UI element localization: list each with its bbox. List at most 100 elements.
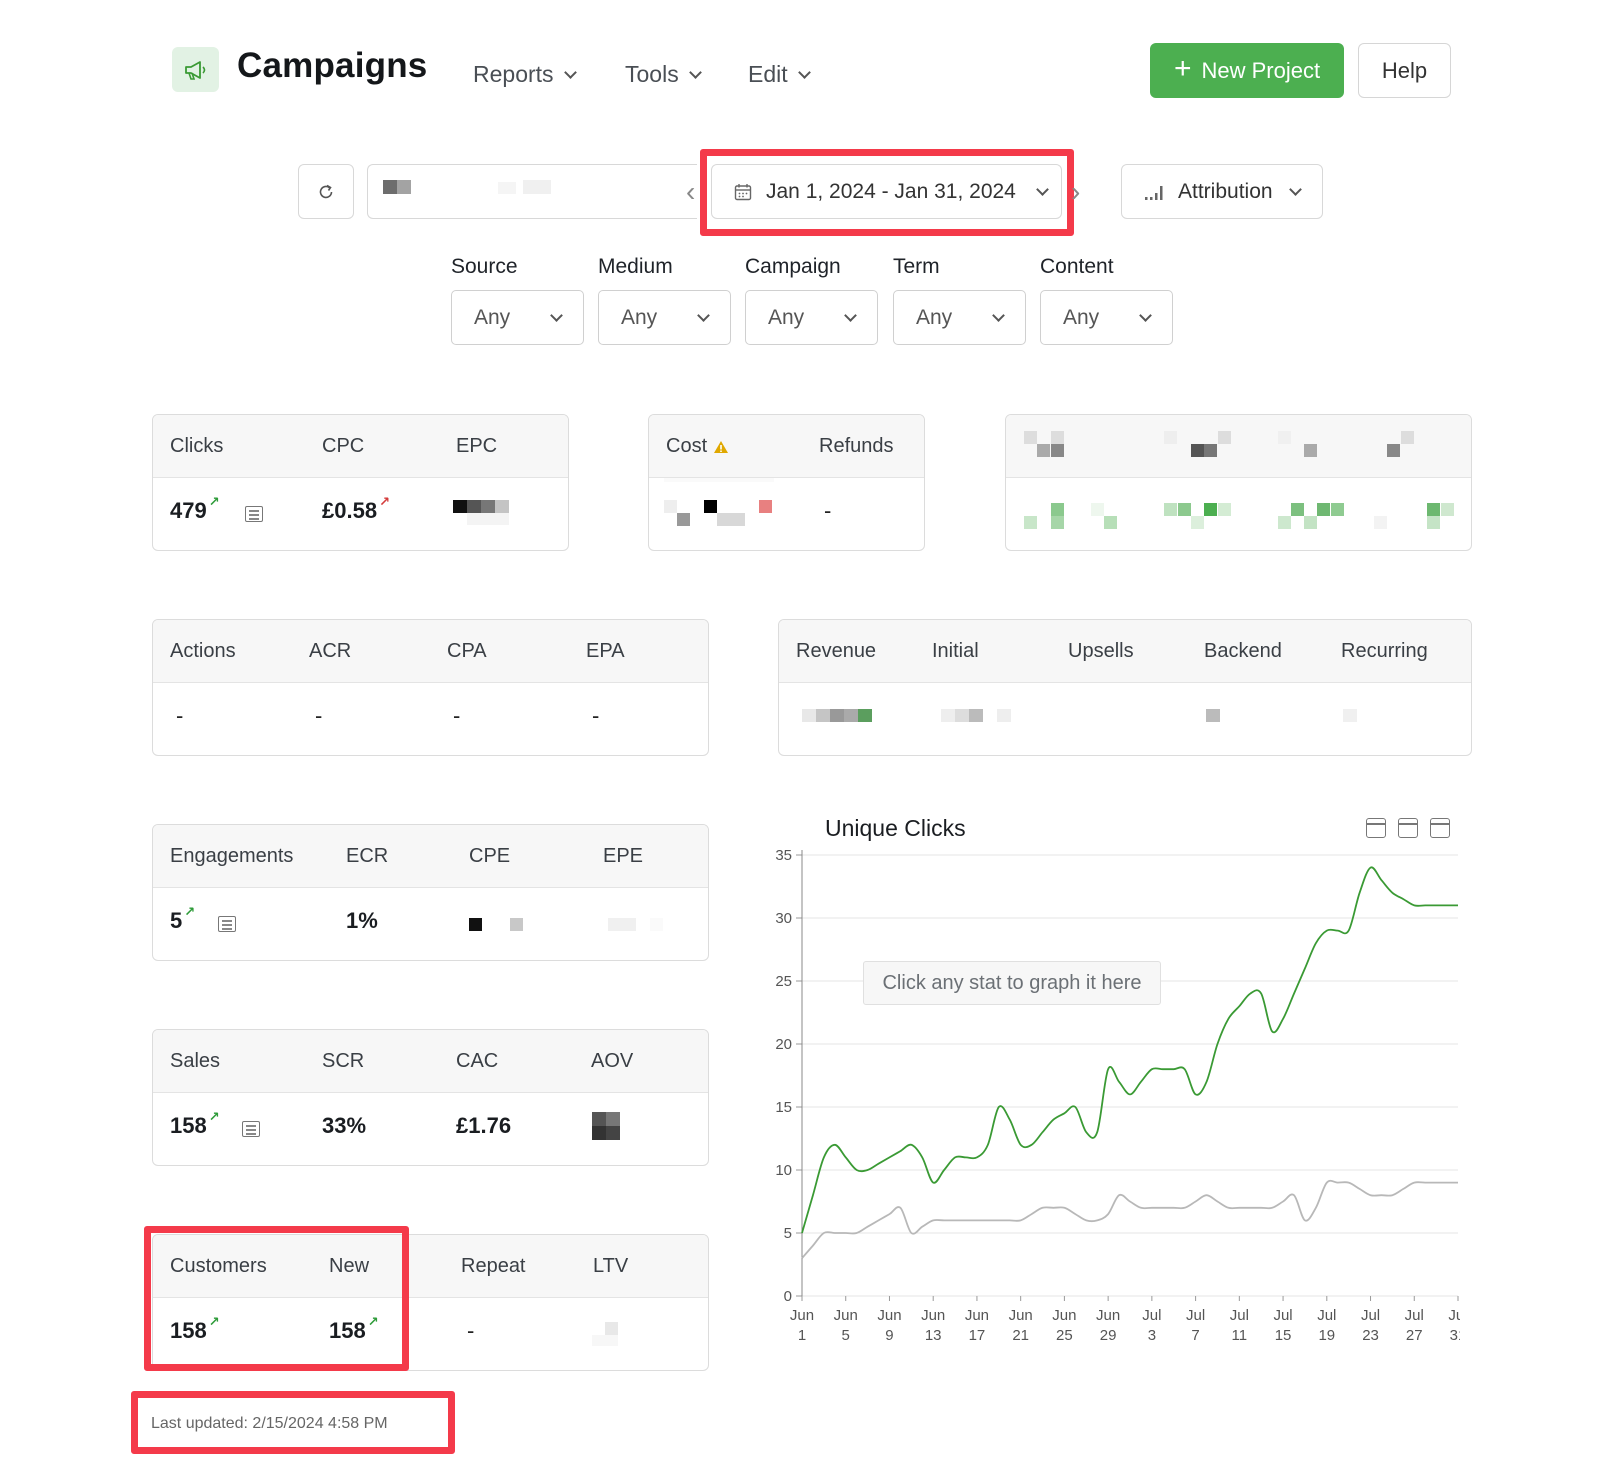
stat-label-refunds[interactable]: Refunds (819, 435, 894, 458)
list-icon[interactable] (242, 1121, 260, 1137)
x-tick-label: 29 (1100, 1327, 1117, 1344)
x-tick-label: 27 (1406, 1327, 1423, 1344)
x-tick-label: Jul (1186, 1307, 1205, 1324)
stat-value-cac[interactable]: £1.76 (456, 1113, 511, 1139)
refunds-value[interactable]: - (824, 498, 831, 524)
stat-label-actions[interactable]: Actions (170, 640, 236, 663)
previous-period-arrow-icon[interactable]: ‹ (686, 176, 695, 208)
nav-reports-menu[interactable]: Reports (473, 61, 577, 88)
nav-tools-menu[interactable]: Tools (625, 61, 702, 88)
list-icon[interactable] (245, 506, 263, 522)
chevron-down-icon (550, 308, 563, 322)
calendar-week-icon[interactable] (1398, 818, 1418, 838)
stat-label-upsells[interactable]: Upsells (1068, 640, 1134, 663)
clicks-value: 479 (170, 498, 207, 523)
chevron-down-icon (697, 308, 710, 322)
stat-label-engagements[interactable]: Engagements (170, 845, 293, 868)
x-tick-label: 31 (1450, 1327, 1460, 1344)
filter-content-select[interactable]: Any (1040, 290, 1173, 345)
filter-source-label: Source (451, 255, 518, 278)
trend-up-icon: ↗ (208, 1109, 220, 1124)
cpa-value[interactable]: - (453, 703, 460, 729)
y-tick-label: 0 (784, 1288, 792, 1305)
x-tick-label: 9 (885, 1327, 893, 1344)
x-tick-label: Jul (1405, 1307, 1424, 1324)
stat-label-epa[interactable]: EPA (586, 640, 625, 663)
stat-value-clicks[interactable]: 479 ↗ (170, 494, 220, 524)
date-range-highlight (700, 149, 1074, 236)
engagements-card: Engagements ECR CPE EPE 5 ↗ 1% (152, 824, 709, 961)
stat-label-revenue[interactable]: Revenue (796, 640, 876, 663)
new-project-button[interactable]: + New Project (1150, 43, 1344, 98)
stat-label-initial[interactable]: Initial (932, 640, 979, 663)
nav-tools-label: Tools (625, 61, 679, 87)
x-tick-label: 5 (842, 1327, 850, 1344)
y-tick-label: 10 (775, 1162, 792, 1179)
nav-edit-menu[interactable]: Edit (748, 61, 811, 88)
stat-label-cpc[interactable]: CPC (322, 435, 364, 458)
stat-label-cpa[interactable]: CPA (447, 640, 487, 663)
epa-value[interactable]: - (592, 703, 599, 729)
x-tick-label: 17 (969, 1327, 986, 1344)
actions-value[interactable]: - (176, 703, 183, 729)
project-selector[interactable] (367, 164, 697, 219)
attribution-dropdown[interactable]: Attribution (1121, 164, 1323, 219)
stat-value-cpc[interactable]: £0.58 ↗ (322, 494, 390, 524)
stat-label-recurring[interactable]: Recurring (1341, 640, 1428, 663)
chevron-down-icon (844, 308, 857, 322)
filter-term-label: Term (893, 255, 940, 278)
chart-title: Unique Clicks (825, 815, 966, 841)
stat-value-ecr[interactable]: 1% (346, 908, 378, 934)
x-tick-label: 3 (1148, 1327, 1156, 1344)
filter-source-select[interactable]: Any (451, 290, 584, 345)
app-logo (172, 47, 219, 92)
calendar-day-icon[interactable] (1366, 818, 1386, 838)
stat-label-cpe[interactable]: CPE (469, 845, 510, 868)
stat-value-engagements[interactable]: 5 ↗ (170, 904, 195, 934)
x-tick-label: 21 (1012, 1327, 1029, 1344)
plus-icon: + (1173, 52, 1192, 85)
stat-value-sales[interactable]: 158 ↗ (170, 1109, 220, 1139)
filter-medium-select[interactable]: Any (598, 290, 731, 345)
stat-value-scr[interactable]: 33% (322, 1113, 366, 1139)
calendar-month-icon[interactable] (1430, 818, 1450, 838)
stat-label-ltv[interactable]: LTV (593, 1255, 628, 1278)
chevron-down-icon (1139, 308, 1152, 322)
list-icon[interactable] (218, 916, 236, 932)
help-button[interactable]: Help (1358, 43, 1451, 98)
engagements-value: 5 (170, 908, 183, 933)
x-tick-label: Jun (1009, 1307, 1033, 1324)
clicks-card: Clicks CPC EPC 479 ↗ £0.58 ↗ (152, 414, 569, 551)
repeat-value[interactable]: - (467, 1318, 474, 1344)
filter-campaign-value: Any (768, 305, 805, 329)
trend-up-icon: ↗ (379, 494, 390, 509)
y-tick-label: 5 (784, 1225, 792, 1242)
x-tick-label: 13 (925, 1327, 942, 1344)
stat-label-cost[interactable]: Cost (666, 435, 729, 458)
acr-value[interactable]: - (315, 703, 322, 729)
filter-source-value: Any (474, 305, 511, 329)
filter-medium-label: Medium (598, 255, 673, 278)
x-tick-label: Jun (1096, 1307, 1120, 1324)
filter-campaign-select[interactable]: Any (745, 290, 878, 345)
stat-label-clicks[interactable]: Clicks (170, 435, 223, 458)
filter-term-select[interactable]: Any (893, 290, 1026, 345)
revenue-card: Revenue Initial Upsells Backend Recurrin… (778, 619, 1472, 756)
stat-label-aov[interactable]: AOV (591, 1050, 633, 1073)
stat-label-epe[interactable]: EPE (603, 845, 643, 868)
stat-label-ecr[interactable]: ECR (346, 845, 388, 868)
stat-label-backend[interactable]: Backend (1204, 640, 1282, 663)
stat-label-epc[interactable]: EPC (456, 435, 497, 458)
nav-reports-label: Reports (473, 61, 554, 87)
refresh-button[interactable] (298, 164, 354, 219)
stat-label-scr[interactable]: SCR (322, 1050, 364, 1073)
stat-label-repeat[interactable]: Repeat (461, 1255, 526, 1278)
unique-clicks-chart[interactable]: 0 5 10 15 20 25 30 35 Jun 1 Jun 5 Jun 9 Jun 13 Jun 17 Jun 2… (760, 840, 1460, 1360)
chevron-down-icon (688, 65, 702, 79)
y-tick-label: 35 (775, 847, 792, 864)
next-period-arrow-icon[interactable]: › (1071, 176, 1080, 208)
x-tick-label: Jul (1361, 1307, 1380, 1324)
stat-label-acr[interactable]: ACR (309, 640, 351, 663)
stat-label-cac[interactable]: CAC (456, 1050, 498, 1073)
stat-label-sales[interactable]: Sales (170, 1050, 220, 1073)
